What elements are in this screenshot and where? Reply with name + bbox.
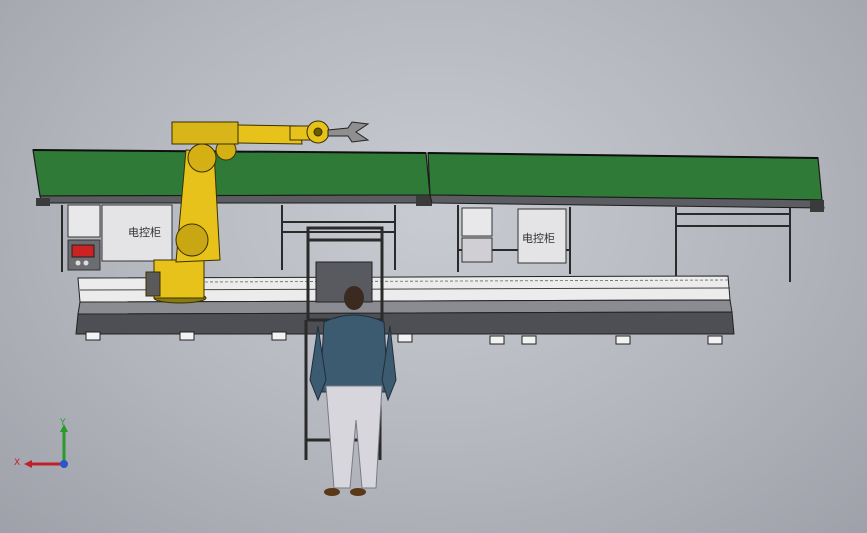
cad-viewport[interactable]: 电控柜 电控柜 X Y xyxy=(0,0,867,533)
left-cabinet-label: 电控柜 xyxy=(128,226,161,239)
right-cabinet-label: 电控柜 xyxy=(522,232,555,245)
coordinate-triad-icon: X Y xyxy=(10,418,80,478)
x-axis-label: X xyxy=(14,458,21,468)
assembly-model[interactable] xyxy=(0,0,867,533)
y-axis-label: Y xyxy=(60,418,66,428)
